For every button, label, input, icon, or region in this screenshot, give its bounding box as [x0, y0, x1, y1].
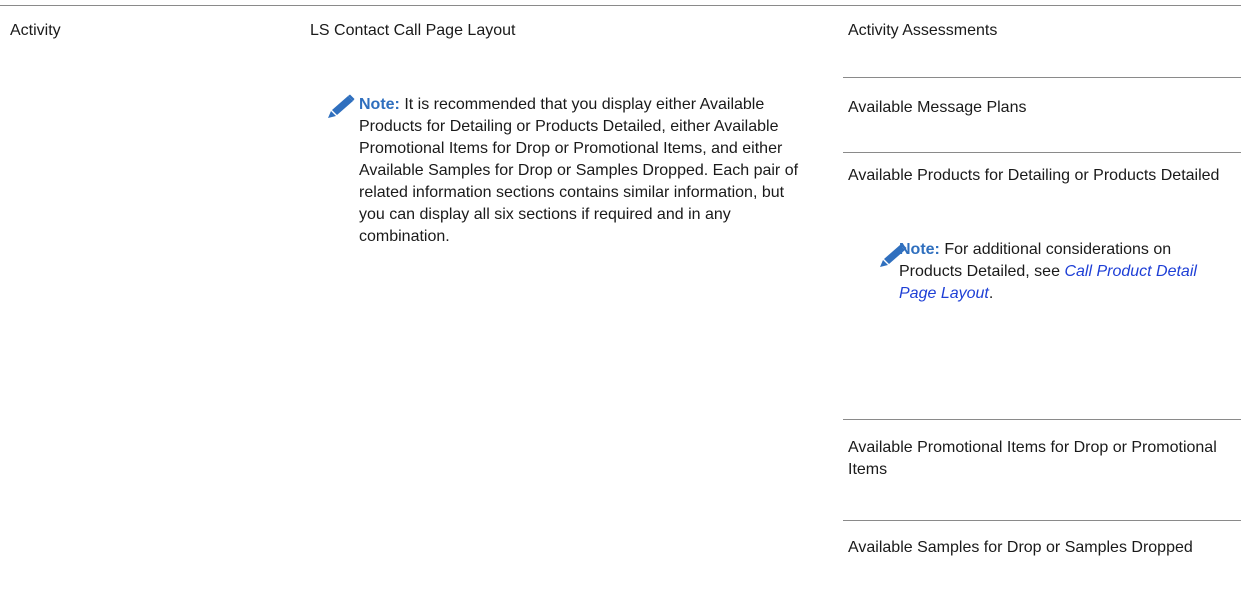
products-note: Note: For additional considerations on P…: [848, 239, 1197, 305]
activity-label: Activity: [10, 22, 61, 39]
section-item-activity-assessments: Activity Assessments: [848, 20, 1240, 42]
note-text-wrap: Note: For additional considerations on P…: [897, 239, 1197, 305]
layout-note: Note: It is recommended that you display…: [310, 94, 804, 248]
note-text: It is recommended that you display eithe…: [359, 96, 799, 245]
section-label: Available Promotional Items for Drop or …: [848, 439, 1217, 478]
note-text-end: .: [988, 285, 994, 302]
pencil-icon: [880, 243, 907, 267]
activity-cell: Activity: [10, 20, 260, 42]
page-layout-name: LS Contact Call Page Layout: [310, 22, 516, 39]
pencil-icon: [328, 94, 355, 118]
section-divider: [843, 152, 1241, 153]
section-label: Available Samples for Drop or Samples Dr…: [848, 539, 1193, 556]
section-item-available-promotional-items: Available Promotional Items for Drop or …: [848, 437, 1240, 481]
section-divider: [843, 419, 1241, 420]
note-label: Note:: [359, 96, 400, 113]
section-item-available-message-plans: Available Message Plans: [848, 97, 1240, 119]
section-item-available-samples: Available Samples for Drop or Samples Dr…: [848, 537, 1240, 559]
section-item-available-products: Available Products for Detailing or Prod…: [848, 165, 1240, 305]
page-layout-cell: LS Contact Call Page Layout Note: It is …: [310, 20, 830, 248]
section-label: Activity Assessments: [848, 22, 998, 39]
section-label: Available Products for Detailing or Prod…: [848, 167, 1220, 184]
section-divider: [843, 520, 1241, 521]
section-label: Available Message Plans: [848, 99, 1027, 116]
section-divider: [843, 77, 1241, 78]
table-top-rule: [0, 5, 1241, 6]
